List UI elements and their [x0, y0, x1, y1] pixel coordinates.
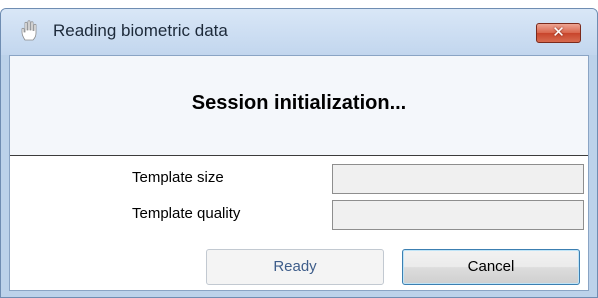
template-quality-label: Template quality [132, 205, 241, 222]
status-panel: Session initialization... [10, 56, 588, 156]
template-size-field [332, 164, 584, 194]
ready-button[interactable]: Ready [206, 249, 384, 285]
status-message: Session initialization... [191, 92, 407, 114]
background-window-strip [0, 0, 598, 8]
close-icon: ✕ [552, 23, 565, 41]
title-bar[interactable]: Reading biometric data ✕ [1, 9, 597, 55]
cancel-button[interactable]: Cancel [402, 249, 580, 285]
close-button[interactable]: ✕ [536, 23, 581, 43]
window-title: Reading biometric data [53, 21, 228, 40]
biometric-dialog: Reading biometric data ✕ Session initial… [0, 8, 598, 298]
template-quality-field [332, 200, 584, 230]
dialog-content: Session initialization... Template size … [9, 55, 589, 291]
hand-icon [21, 20, 37, 41]
template-size-label: Template size [132, 169, 224, 186]
